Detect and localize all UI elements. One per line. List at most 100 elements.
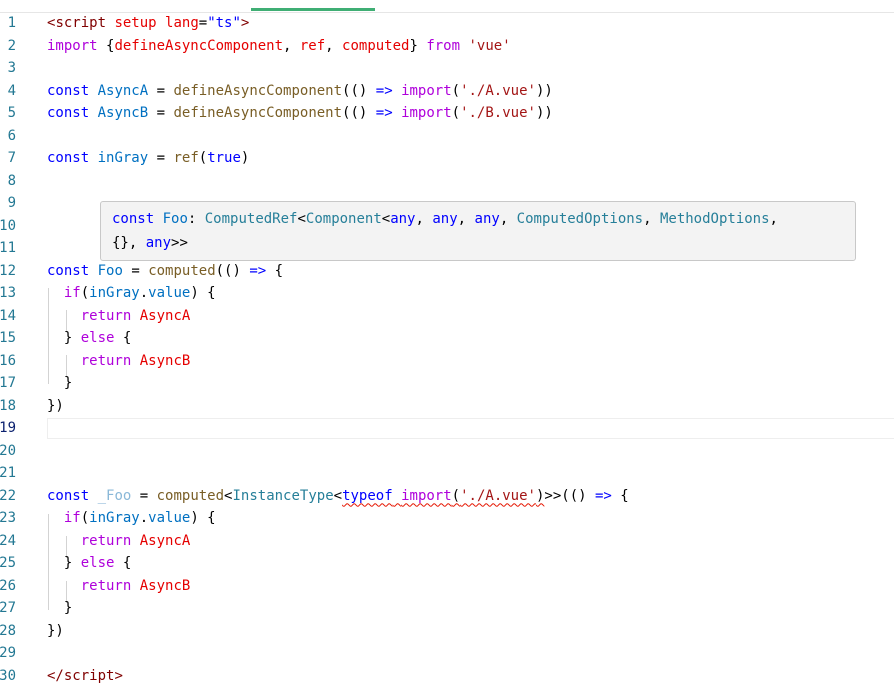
code-token: > bbox=[240, 15, 250, 31]
code-token: lang bbox=[165, 15, 199, 31]
code-token: } bbox=[47, 600, 73, 616]
line-code: const inGray = ref(true) bbox=[47, 147, 249, 170]
code-token: _Foo bbox=[97, 487, 132, 504]
code-line[interactable]: 24 return AsyncA bbox=[0, 530, 894, 553]
code-token: const bbox=[112, 211, 155, 227]
line-number: 7 bbox=[7, 150, 16, 166]
line-code: const Foo = computed(() => { bbox=[47, 260, 283, 283]
code-token: setup bbox=[114, 15, 157, 31]
line-code: } bbox=[47, 597, 72, 620]
code-token: }) bbox=[47, 397, 64, 414]
code-token: ( bbox=[451, 82, 461, 99]
code-token: script bbox=[63, 667, 115, 684]
code-token: , bbox=[643, 211, 660, 227]
code-token: ) { bbox=[190, 285, 216, 301]
code-line[interactable]: 18}) bbox=[0, 395, 894, 418]
code-editor[interactable]: 1 <script setup lang="ts"> 2 import {define… bbox=[0, 0, 894, 690]
line-code: <script setup lang="ts"> bbox=[47, 12, 249, 35]
line-code: return AsyncB bbox=[47, 575, 191, 598]
code-line[interactable]: 1 <script setup lang="ts"> bbox=[0, 12, 894, 35]
code-line[interactable]: 3 bbox=[0, 57, 894, 80]
code-token: true bbox=[207, 150, 241, 166]
line-number: 27 bbox=[0, 600, 16, 616]
code-token: ComputedRef bbox=[204, 211, 298, 227]
code-line[interactable]: 25 } else { bbox=[0, 552, 894, 575]
code-token: </ bbox=[47, 667, 64, 684]
code-token: ComputedOptions bbox=[516, 211, 644, 227]
code-line[interactable]: 22 const _Foo = computed<InstanceType<typ… bbox=[0, 485, 894, 508]
code-token: ( bbox=[80, 285, 90, 301]
code-line[interactable]: 20 bbox=[0, 440, 894, 463]
code-token: , bbox=[283, 37, 300, 54]
code-token: ref bbox=[173, 150, 199, 166]
code-token: . bbox=[139, 285, 149, 301]
code-line[interactable]: 6 bbox=[0, 125, 894, 148]
code-line[interactable]: 30 </script> bbox=[0, 665, 894, 688]
code-token: InstanceType bbox=[232, 487, 334, 504]
line-number: 13 bbox=[0, 285, 16, 301]
code-token: => bbox=[594, 487, 612, 504]
code-line[interactable]: 29 bbox=[0, 642, 894, 665]
line-number: 9 bbox=[7, 195, 16, 211]
code-token: } bbox=[47, 375, 73, 391]
code-token: < bbox=[333, 487, 343, 504]
code-token: typeof bbox=[342, 487, 393, 504]
code-token: > bbox=[114, 667, 123, 684]
code-token: ( bbox=[451, 105, 461, 121]
code-line[interactable]: 8 bbox=[0, 170, 894, 193]
code-token: . bbox=[139, 510, 149, 526]
line-number: 15 bbox=[0, 330, 16, 346]
code-token: './A.vue' bbox=[460, 82, 536, 99]
code-line[interactable]: 23 if(inGray.value) { bbox=[0, 507, 894, 530]
code-token: else bbox=[80, 555, 115, 571]
code-line[interactable]: 2 import {defineAsyncComponent, ref, comp… bbox=[0, 35, 894, 58]
code-line[interactable]: 21 bbox=[0, 462, 894, 485]
code-token: if bbox=[63, 285, 81, 301]
code-line[interactable]: 15 } else { bbox=[0, 327, 894, 350]
code-token: "ts" bbox=[207, 15, 241, 31]
code-line[interactable]: 7 const inGray = ref(true) bbox=[0, 147, 894, 170]
code-token: => bbox=[375, 82, 393, 99]
code-line[interactable]: 13 if(inGray.value) { bbox=[0, 282, 894, 305]
code-line[interactable]: 4 const AsyncA = defineAsyncComponent(() … bbox=[0, 80, 894, 103]
code-token: , bbox=[325, 37, 343, 54]
code-line[interactable]: 26 return AsyncB bbox=[0, 575, 894, 598]
code-token: return bbox=[80, 307, 132, 324]
code-token: } bbox=[409, 37, 427, 54]
code-token: else bbox=[80, 330, 115, 346]
code-line[interactable]: 17 } bbox=[0, 372, 894, 395]
line-code: }) bbox=[47, 620, 64, 643]
line-number: 11 bbox=[0, 240, 16, 256]
code-line[interactable]: 19 bbox=[0, 417, 894, 440]
code-token: = bbox=[148, 82, 174, 99]
line-code: if(inGray.value) { bbox=[47, 282, 216, 305]
code-line[interactable]: 16 return AsyncB bbox=[0, 350, 894, 373]
code-token: computed bbox=[156, 487, 225, 504]
code-token: ) bbox=[240, 150, 250, 166]
code-line[interactable]: 5 const AsyncB = defineAsyncComponent(() … bbox=[0, 102, 894, 125]
line-code: } else { bbox=[47, 327, 131, 350]
code-token: const bbox=[47, 82, 90, 99]
line-code: const _Foo = computed<InstanceType<typeo… bbox=[47, 485, 629, 508]
code-token: const bbox=[47, 105, 90, 121]
code-token: )) bbox=[535, 105, 553, 121]
code-line[interactable]: 12 const Foo = computed(() => { bbox=[0, 260, 894, 283]
code-token: inGray bbox=[97, 150, 149, 166]
code-line[interactable]: 14 return AsyncA bbox=[0, 305, 894, 328]
code-line[interactable]: 27 } bbox=[0, 597, 894, 620]
code-line[interactable]: 28}) bbox=[0, 620, 894, 643]
line-number: 21 bbox=[0, 465, 16, 481]
code-token: Component bbox=[305, 211, 382, 227]
code-token: ref bbox=[299, 37, 326, 54]
line-number: 12 bbox=[0, 262, 16, 279]
line-number: 25 bbox=[0, 555, 16, 571]
code-token: => bbox=[249, 262, 267, 279]
